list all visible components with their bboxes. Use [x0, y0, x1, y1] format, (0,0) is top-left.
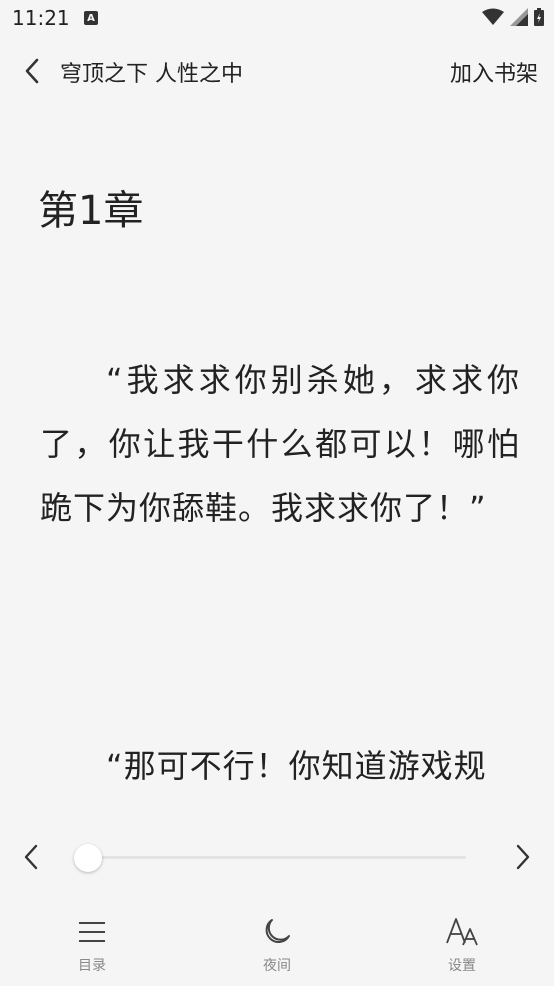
previous-chapter-icon[interactable]	[16, 840, 46, 874]
notification-a-icon: A	[84, 11, 98, 25]
signal-icon	[510, 8, 528, 26]
chapter-progress-row	[0, 828, 554, 888]
book-title: 穹顶之下 人性之中	[60, 62, 243, 87]
night-label: 夜间	[263, 958, 291, 974]
night-mode-button[interactable]: 夜间	[232, 915, 322, 975]
moon-icon	[265, 919, 290, 943]
menu-list-icon	[79, 922, 105, 942]
paragraph: “我求求你别杀她，求求你了，你让我干什么都可以！哪怕跪下为你舔鞋。我求求你了！”	[40, 348, 520, 540]
bottom-nav: 目录 夜间 设置	[0, 905, 554, 986]
progress-thumb[interactable]	[74, 844, 102, 872]
battery-icon	[534, 8, 544, 26]
font-settings-icon	[446, 918, 478, 946]
status-time: 11:21	[12, 6, 70, 30]
status-bar: 11:21 A	[0, 0, 554, 36]
next-chapter-icon[interactable]	[508, 840, 538, 874]
paragraph-text: “那可不行！你知道游戏规	[106, 747, 487, 785]
toc-label: 目录	[78, 958, 106, 974]
progress-slider[interactable]	[88, 856, 466, 859]
paragraph: “那可不行！你知道游戏规	[40, 734, 520, 798]
settings-button[interactable]: 设置	[417, 915, 507, 975]
status-icons	[482, 8, 544, 26]
chapter-title: 第1章	[38, 188, 144, 234]
settings-label: 设置	[448, 958, 476, 974]
add-to-shelf-button[interactable]: 加入书架	[450, 56, 538, 88]
paragraph-text: “我求求你别杀她，求求你了，你让我干什么都可以！哪怕跪下为你舔鞋。我求求你了！”	[40, 361, 520, 527]
reader-header: 穹顶之下 人性之中 加入书架	[0, 36, 554, 106]
wifi-icon	[482, 8, 504, 25]
toc-button[interactable]: 目录	[47, 915, 137, 975]
back-arrow-icon[interactable]	[18, 54, 48, 88]
